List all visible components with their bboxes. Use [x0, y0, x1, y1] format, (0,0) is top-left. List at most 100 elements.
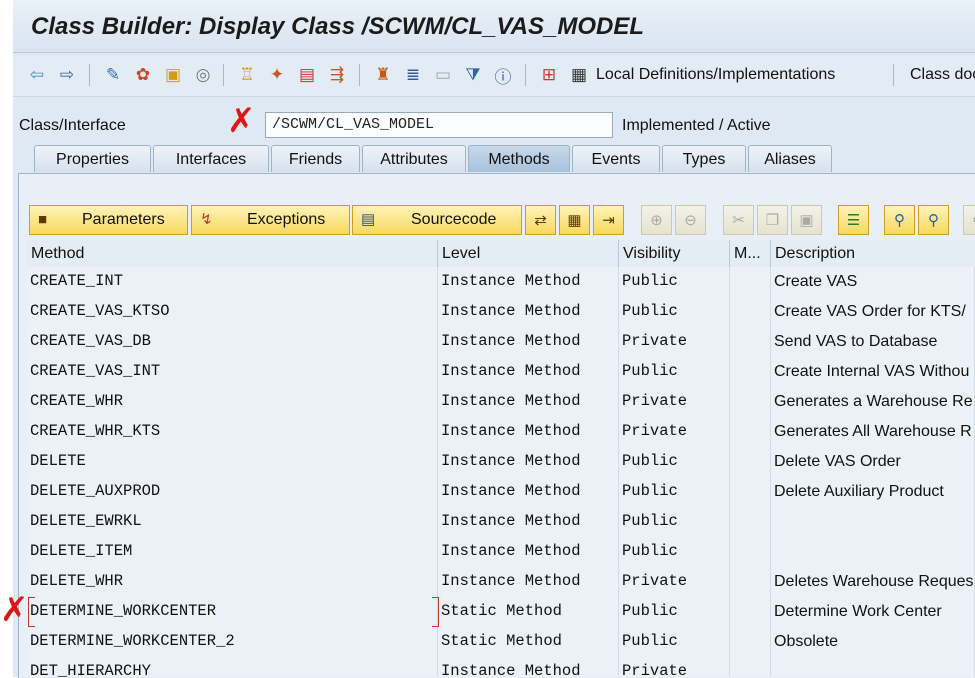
- method-cell[interactable]: DET_HIERARCHY: [27, 657, 438, 677]
- tab-events[interactable]: Events: [572, 145, 660, 172]
- method-cell[interactable]: DELETE_WHR: [27, 567, 438, 597]
- level-cell[interactable]: Instance Method: [438, 657, 619, 677]
- wand-icon[interactable]: ✦: [265, 63, 289, 87]
- table-row[interactable]: DET_HIERARCHY Instance Method Private: [27, 657, 975, 677]
- description-cell[interactable]: Send VAS to Database: [771, 327, 975, 357]
- level-cell[interactable]: Instance Method: [438, 507, 619, 537]
- level-cell[interactable]: Instance Method: [438, 537, 619, 567]
- method-cell[interactable]: CREATE_VAS_INT: [27, 357, 438, 387]
- visibility-cell[interactable]: Public: [619, 297, 730, 327]
- visibility-cell[interactable]: Private: [619, 567, 730, 597]
- visibility-cell[interactable]: Public: [619, 507, 730, 537]
- description-cell[interactable]: [771, 507, 975, 537]
- m-cell[interactable]: [730, 537, 771, 567]
- level-cell[interactable]: Instance Method: [438, 417, 619, 447]
- navigate-icon[interactable]: ⇶: [325, 63, 349, 87]
- class-doc-button[interactable]: Class doc: [910, 66, 975, 84]
- dictionary-icon[interactable]: ▤: [295, 63, 319, 87]
- level-cell[interactable]: Instance Method: [438, 447, 619, 477]
- table-row[interactable]: DELETE_AUXPROD Instance Method Public Delet…: [27, 477, 975, 508]
- visibility-cell[interactable]: Public: [619, 477, 730, 507]
- level-cell[interactable]: Instance Method: [438, 567, 619, 597]
- level-cell[interactable]: Instance Method: [438, 477, 619, 507]
- description-cell[interactable]: Delete VAS Order: [771, 447, 975, 477]
- m-cell[interactable]: [730, 447, 771, 477]
- level-cell[interactable]: Instance Method: [438, 267, 619, 297]
- back-arrow-icon[interactable]: ⇦: [25, 63, 49, 87]
- settings-icon[interactable]: ⚙: [963, 205, 975, 235]
- m-cell[interactable]: [730, 267, 771, 297]
- column-method[interactable]: Method: [27, 240, 438, 267]
- local-definitions-button[interactable]: Local Definitions/Implementations: [596, 66, 835, 84]
- column-m[interactable]: M...: [730, 240, 771, 267]
- table-row[interactable]: DELETE Instance Method Public Delete VAS Or…: [27, 447, 975, 478]
- level-cell[interactable]: Static Method: [438, 627, 619, 657]
- visibility-cell[interactable]: Private: [619, 327, 730, 357]
- hierarchy-icon[interactable]: ♖: [235, 63, 259, 87]
- detail-view-icon[interactable]: ▦: [559, 205, 590, 235]
- column-visibility[interactable]: Visibility: [619, 240, 730, 267]
- description-cell[interactable]: [771, 657, 975, 677]
- exceptions-button[interactable]: ↯ Exceptions: [191, 205, 350, 235]
- visibility-cell[interactable]: Public: [619, 537, 730, 567]
- visibility-cell[interactable]: Private: [619, 657, 730, 677]
- stack-icon[interactable]: ☰: [838, 205, 869, 235]
- where-used-icon[interactable]: ◎: [191, 63, 215, 87]
- description-cell[interactable]: Determine Work Center: [771, 597, 975, 627]
- method-cell[interactable]: DELETE_ITEM: [27, 537, 438, 567]
- forward-arrow-icon[interactable]: ⇨: [55, 63, 79, 87]
- table-row[interactable]: CREATE_INT Instance Method Public Create VA…: [27, 267, 975, 298]
- m-cell[interactable]: [730, 657, 771, 677]
- visibility-cell[interactable]: Public: [619, 447, 730, 477]
- description-cell[interactable]: Create VAS: [771, 267, 975, 297]
- table-row[interactable]: CREATE_VAS_INT Instance Method Public Creat…: [27, 357, 975, 388]
- description-cell[interactable]: Delete Auxiliary Product: [771, 477, 975, 507]
- description-cell[interactable]: Create VAS Order for KTS/: [771, 297, 975, 327]
- method-cell[interactable]: DELETE: [27, 447, 438, 477]
- insert-row-icon[interactable]: ⊕: [641, 205, 672, 235]
- local-types-icon[interactable]: ⊞: [537, 63, 561, 87]
- other-object-icon[interactable]: ✎: [101, 63, 125, 87]
- activate-icon[interactable]: ✿: [131, 63, 155, 87]
- tab-properties[interactable]: Properties: [34, 145, 151, 172]
- description-cell[interactable]: Obsolete: [771, 627, 975, 657]
- method-cell[interactable]: CREATE_WHR_KTS: [27, 417, 438, 447]
- m-cell[interactable]: [730, 297, 771, 327]
- method-cell[interactable]: CREATE_INT: [27, 267, 438, 297]
- tab-interfaces[interactable]: Interfaces: [153, 145, 269, 172]
- description-cell[interactable]: Generates All Warehouse R: [771, 417, 975, 447]
- m-cell[interactable]: [730, 477, 771, 507]
- visibility-cell[interactable]: Public: [619, 357, 730, 387]
- m-cell[interactable]: [730, 327, 771, 357]
- level-cell[interactable]: Static Method: [438, 597, 619, 627]
- m-cell[interactable]: [730, 627, 771, 657]
- sourcecode-button[interactable]: ▤ Sourcecode: [352, 205, 522, 235]
- tab-friends[interactable]: Friends: [271, 145, 360, 172]
- table-row[interactable]: DETERMINE_WORKCENTER_2 Static Method Publi…: [27, 627, 975, 658]
- find-next-icon[interactable]: ⚲: [918, 205, 949, 235]
- level-cell[interactable]: Instance Method: [438, 357, 619, 387]
- column-description[interactable]: Description: [771, 240, 975, 267]
- method-cell[interactable]: DELETE_EWRKL: [27, 507, 438, 537]
- method-cell[interactable]: DETERMINE_WORKCENTER_2: [27, 627, 438, 657]
- description-cell[interactable]: Generates a Warehouse Re: [771, 387, 975, 417]
- visibility-cell[interactable]: Public: [619, 267, 730, 297]
- method-cell[interactable]: CREATE_VAS_KTSO: [27, 297, 438, 327]
- column-level[interactable]: Level: [438, 240, 619, 267]
- level-cell[interactable]: Instance Method: [438, 327, 619, 357]
- description-cell[interactable]: Deletes Warehouse Reques: [771, 567, 975, 597]
- class-interface-field[interactable]: /SCWM/CL_VAS_MODEL: [265, 112, 613, 138]
- method-cell[interactable]: DELETE_AUXPROD: [27, 477, 438, 507]
- paste-icon[interactable]: ▣: [791, 205, 822, 235]
- info-icon[interactable]: ⓘ: [491, 63, 515, 87]
- tab-attributes[interactable]: Attributes: [362, 145, 466, 172]
- copy-icon[interactable]: ❐: [757, 205, 788, 235]
- description-cell[interactable]: [771, 537, 975, 567]
- display-change-icon[interactable]: ▣: [161, 63, 185, 87]
- table-row[interactable]: CREATE_VAS_DB Instance Method Private Send …: [27, 327, 975, 358]
- visibility-cell[interactable]: Public: [619, 597, 730, 627]
- level-cell[interactable]: Instance Method: [438, 387, 619, 417]
- table-row[interactable]: DELETE_WHR Instance Method Private Deletes …: [27, 567, 975, 598]
- navigate-icon[interactable]: ⇄: [525, 205, 556, 235]
- table-row[interactable]: DELETE_ITEM Instance Method Public: [27, 537, 975, 568]
